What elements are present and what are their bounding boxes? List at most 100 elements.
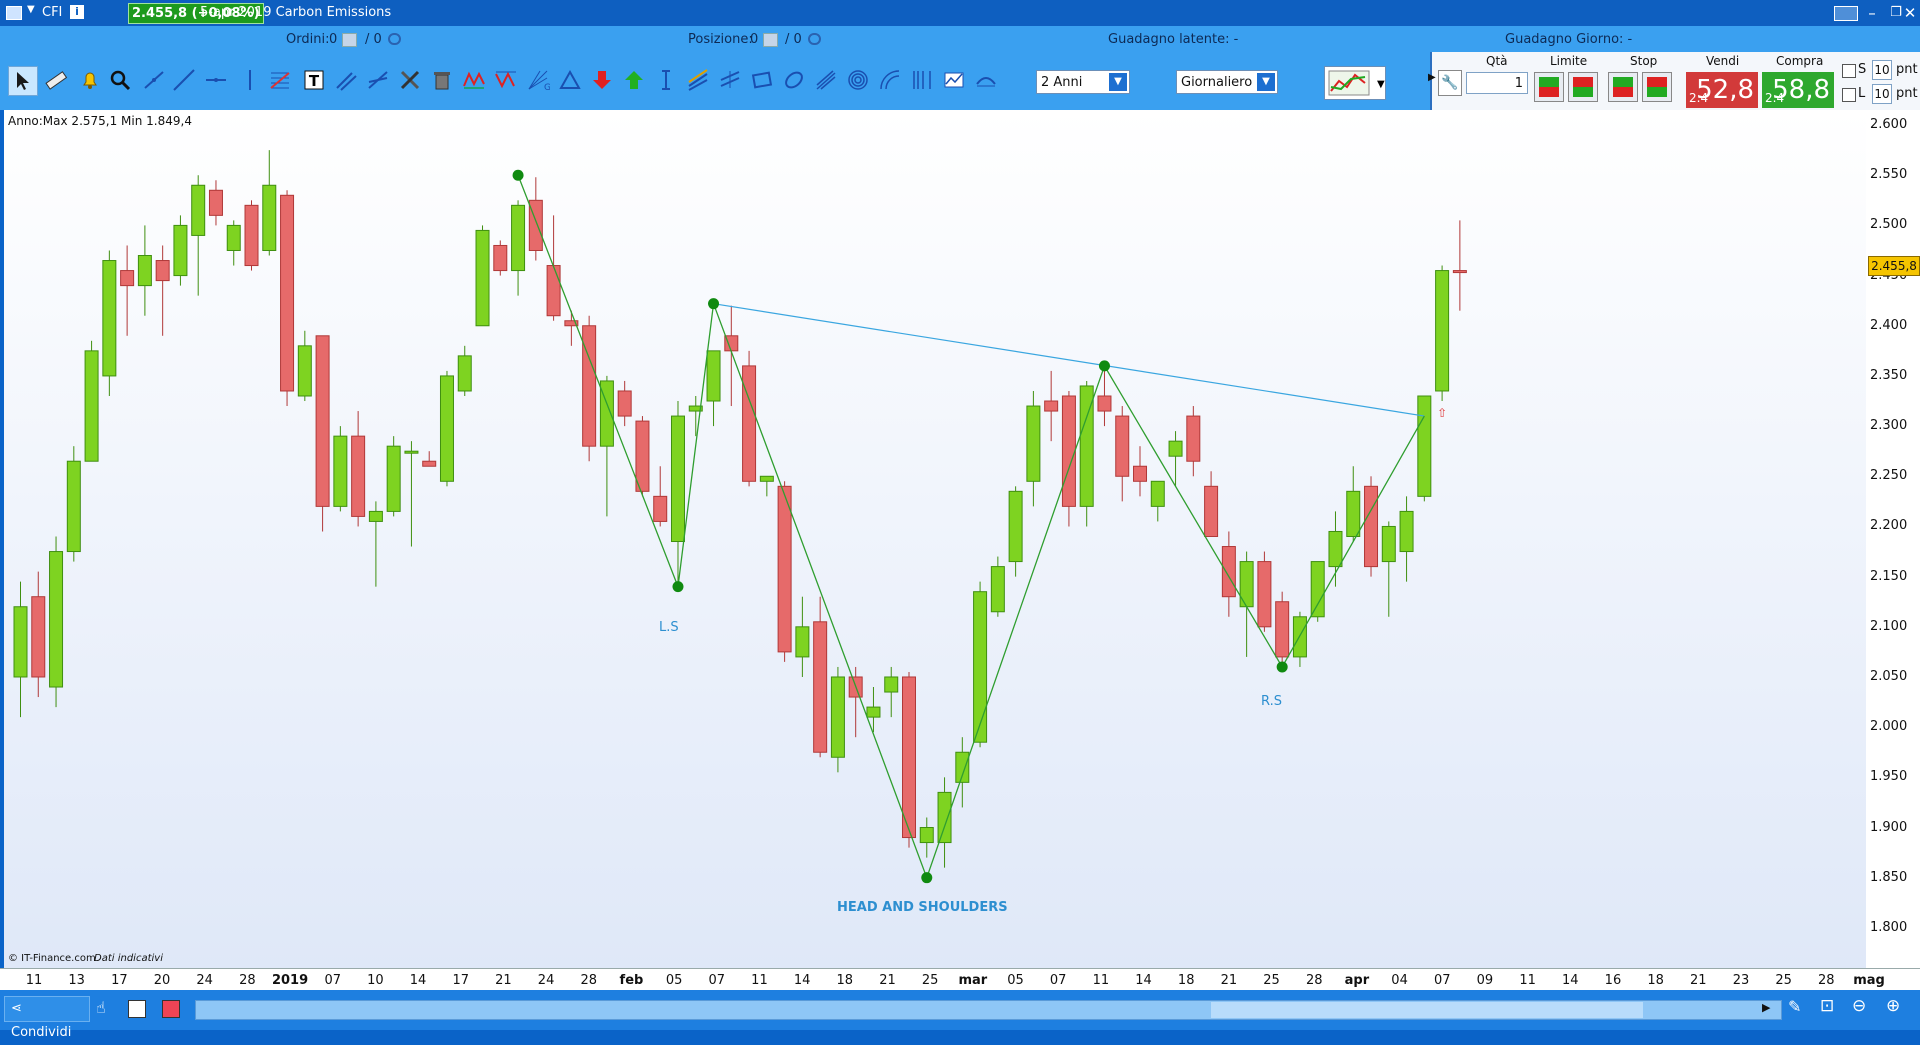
buy-arrow-icon[interactable] (620, 66, 648, 94)
period-select[interactable]: 2 Anni ▼ (1036, 70, 1130, 94)
l-checkbox[interactable] (1842, 88, 1856, 102)
chart-area[interactable]: ⇧ Anno:Max 2.575,1 Min 1.849,4 © IT-Fina… (4, 110, 1866, 968)
panel-arrow-icon[interactable]: ▶ (1428, 72, 1436, 83)
ray-line-icon[interactable] (170, 66, 198, 94)
candle-body (1452, 270, 1467, 274)
y-tick-label: 2.600 (1870, 117, 1908, 133)
chart-info-label: Anno:Max 2.575,1 Min 1.849,4 (8, 114, 192, 128)
candle-body (66, 460, 81, 553)
x-tick-label: 18 (1647, 973, 1664, 988)
gann-fan-icon[interactable]: G (524, 66, 552, 94)
zoom-icon[interactable] (106, 66, 134, 94)
vertical-line-icon[interactable] (236, 66, 264, 94)
measure-icon[interactable] (652, 66, 680, 94)
candle-body (670, 415, 685, 543)
period-value: 2 Anni (1041, 75, 1083, 90)
ellipse-icon[interactable] (780, 66, 808, 94)
buy-button[interactable]: 2.4 58,8 (1762, 72, 1834, 108)
cancel-orders-icon[interactable] (342, 33, 357, 47)
zoom-fit-icon[interactable]: ⊡ (1820, 996, 1834, 1016)
cancel-position-icon[interactable] (763, 33, 778, 47)
zoom-out-icon[interactable]: ⊖ (1852, 996, 1866, 1016)
cross-lines-icon[interactable] (364, 66, 392, 94)
limit-buy-button[interactable] (1534, 72, 1564, 102)
trash-icon[interactable] (428, 66, 456, 94)
s-pnt-input[interactable]: 10 (1872, 60, 1892, 80)
speed-lines-icon[interactable] (812, 66, 840, 94)
timeframe-value: Giornaliero (1181, 75, 1253, 90)
candle-body (1150, 480, 1165, 507)
cursor-icon[interactable] (8, 66, 38, 96)
candle-body (990, 566, 1005, 613)
parallel-channel-icon[interactable] (332, 66, 360, 94)
ruler-icon[interactable] (42, 66, 70, 94)
rectangle-icon[interactable] (748, 66, 776, 94)
keyboard-icon[interactable] (1834, 6, 1858, 21)
spiral-icon[interactable] (844, 66, 872, 94)
pattern-point (708, 298, 720, 310)
minimize-button[interactable]: – (1860, 3, 1884, 23)
text-icon[interactable]: T (300, 66, 328, 94)
pointer-icon[interactable]: ☝ (96, 998, 106, 1017)
chevron-down-icon[interactable]: ▼ (27, 4, 35, 15)
position-link-icon[interactable] (808, 33, 821, 45)
title-bar: ▼ CFI i 2.455,8 (+0,08%) 5-apr-2019 Carb… (0, 0, 1920, 26)
candle-body (280, 194, 295, 392)
candle-body (1275, 601, 1290, 658)
regression-channel-icon[interactable] (716, 66, 744, 94)
share-button[interactable]: ⋖ Condividi (4, 996, 90, 1040)
stop-buy-button[interactable] (1608, 72, 1638, 102)
zigzag-red-icon[interactable] (460, 66, 488, 94)
price-chart[interactable]: ⇧ (4, 110, 1866, 968)
fit-tool-icon[interactable]: ✎ (1788, 997, 1801, 1016)
stop-sell-button[interactable] (1642, 72, 1672, 102)
sell-arrow-icon[interactable] (588, 66, 616, 94)
quantity-input[interactable]: 1 (1466, 72, 1528, 94)
chart-type-icon: ▼ (1328, 70, 1385, 96)
y-tick-label: 1.850 (1870, 869, 1908, 885)
l-pnt-input[interactable]: 10 (1872, 84, 1892, 104)
time-axis[interactable]: 11 13 17 20 24 28 2019 07 10 14 17 21 24 28 feb 05 07 11 1… (0, 968, 1920, 991)
x-tick-label: 11 (751, 973, 768, 988)
price-axis[interactable]: 2.6002.5502.5002.4502.4002.3502.3002.250… (1866, 110, 1920, 968)
pitchfork-icon[interactable] (684, 66, 712, 94)
triangle-icon[interactable] (556, 66, 584, 94)
zoom-in-icon[interactable]: ⊕ (1886, 996, 1900, 1016)
limit-sell-button[interactable] (1568, 72, 1598, 102)
cycle-icon[interactable] (972, 66, 1000, 94)
x-tick-label: 21 (495, 973, 512, 988)
trendline-icon[interactable] (140, 66, 168, 94)
orders-link-icon[interactable] (388, 33, 401, 45)
info-icon[interactable]: i (70, 5, 84, 19)
zigzag-pattern-icon[interactable] (492, 66, 520, 94)
x-tick-label: 14 (1561, 973, 1579, 988)
candle-body (1399, 510, 1414, 553)
alert-bell-icon[interactable] (76, 66, 104, 94)
table-icon[interactable] (162, 1000, 180, 1018)
horizontal-line-icon[interactable] (202, 66, 230, 94)
y-tick-label: 2.250 (1870, 468, 1908, 484)
arcs-icon[interactable] (876, 66, 904, 94)
candle-body (84, 350, 99, 462)
candle-body (386, 445, 401, 512)
app-icon[interactable] (6, 6, 22, 20)
x-tick-label: 09 (1476, 973, 1494, 988)
s-checkbox[interactable] (1842, 64, 1856, 78)
scrollbar-thumb[interactable] (1211, 1002, 1643, 1018)
horizontal-scrollbar[interactable] (195, 1000, 1782, 1020)
scroll-right-icon[interactable]: ▶ (1762, 1001, 1770, 1014)
pattern-point (921, 872, 933, 884)
tools-icon[interactable] (396, 66, 424, 94)
settings-wrench-icon[interactable]: 🔧 (1438, 70, 1462, 96)
x-tick-label: 13 (68, 973, 85, 988)
chart-type-button[interactable]: ▼ (1324, 66, 1386, 100)
timeframe-select[interactable]: Giornaliero ▼ (1176, 70, 1278, 94)
x-tick-label: 2019 (271, 973, 309, 988)
time-zones-icon[interactable] (908, 66, 936, 94)
sell-button[interactable]: 2.4 52,8 (1686, 72, 1758, 108)
pattern-line (517, 174, 1425, 880)
fibonacci-icon[interactable] (266, 66, 294, 94)
close-button[interactable]: ✕ (1898, 3, 1920, 23)
grid-tool-icon[interactable] (940, 66, 968, 94)
list-icon[interactable] (128, 1000, 146, 1018)
